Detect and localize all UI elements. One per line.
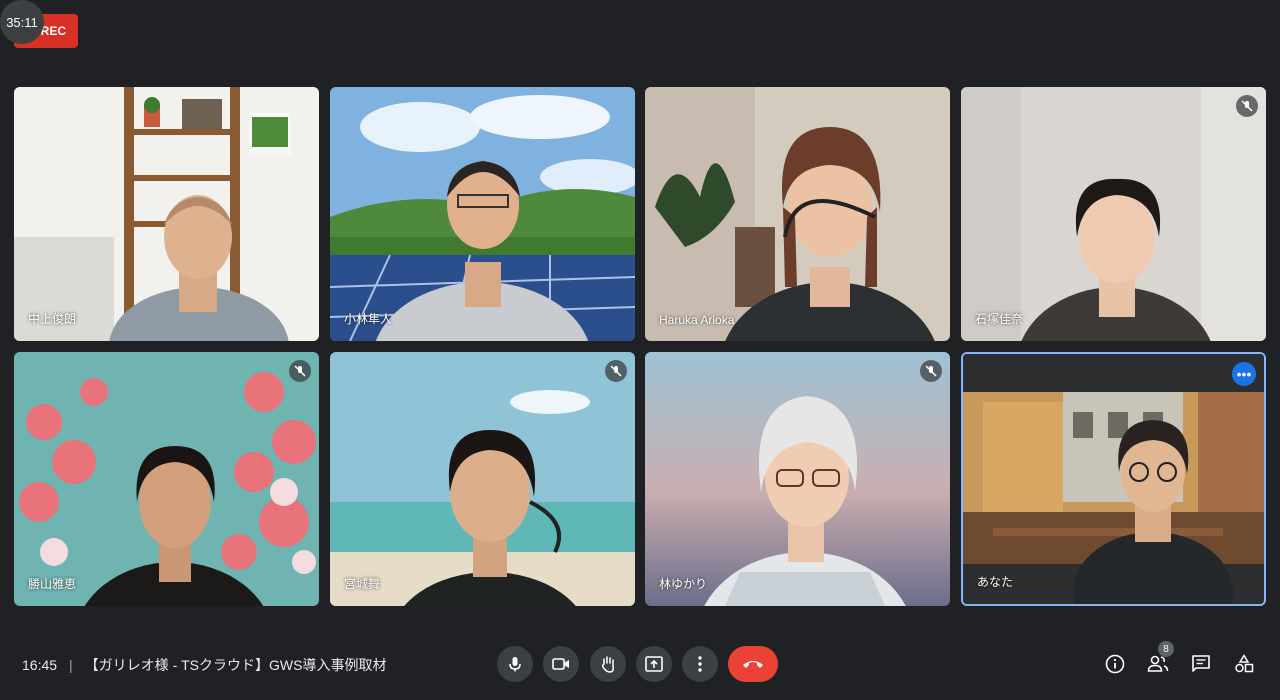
people-count-badge: 8 [1158, 641, 1174, 657]
more-options-button[interactable] [682, 646, 718, 682]
raise-hand-button[interactable] [590, 646, 626, 682]
video-feed-2 [330, 87, 635, 341]
chat-button[interactable] [1189, 652, 1213, 676]
raise-hand-icon [601, 656, 614, 673]
current-time: 16:45 [22, 657, 58, 673]
participant-tile-6[interactable]: 宮城舞 [330, 352, 635, 606]
activities-button[interactable] [1232, 652, 1256, 676]
camera-button[interactable] [543, 646, 579, 682]
divider: | [69, 657, 73, 673]
video-feed-1 [14, 87, 319, 341]
mic-icon [509, 657, 521, 672]
video-feed-3 [645, 87, 950, 341]
meeting-timer: 35:11 [0, 0, 44, 44]
video-feed-7 [645, 352, 950, 606]
camera-icon [552, 658, 569, 670]
participant-tile-3[interactable]: Haruka Arioka [645, 87, 950, 341]
video-feed-4 [961, 87, 1266, 341]
participant-tile-4[interactable]: 石塚佳奈 [961, 87, 1266, 341]
info-button[interactable] [1103, 652, 1127, 676]
muted-mic-icon [1236, 95, 1258, 117]
end-call-icon [743, 661, 763, 668]
chat-icon [1192, 655, 1210, 672]
video-feed-self [963, 354, 1264, 604]
present-button[interactable] [636, 646, 672, 682]
meeting-info: 16:45 | 【ガリレオ様 - TSクラウド】GWS導入事例取材 [22, 655, 386, 675]
muted-mic-icon [605, 360, 627, 382]
more-options-icon [698, 656, 702, 672]
participant-name: 勝山雅恵 [28, 577, 77, 591]
participant-tile-1[interactable]: 中上俊朗 [14, 87, 319, 341]
bottom-bar: 16:45 | 【ガリレオ様 - TSクラウド】GWS導入事例取材 8 [0, 630, 1280, 700]
participant-tile-self[interactable]: ••• あなた [961, 352, 1266, 606]
participant-name: 小林隼人 [344, 312, 393, 326]
participant-name: 石塚佳奈 [975, 312, 1024, 326]
participant-tile-2[interactable]: 小林隼人 [330, 87, 635, 341]
participant-name: 中上俊朗 [28, 312, 77, 326]
present-icon [645, 656, 663, 672]
participant-grid: 中上俊朗 小林隼人 Haruka Arioka 石塚佳奈 勝山雅恵 宮城舞 林ゆ… [14, 87, 1266, 606]
meeting-title: 【ガリレオ様 - TSクラウド】GWS導入事例取材 [84, 657, 387, 673]
mic-button[interactable] [497, 646, 533, 682]
participant-name: 宮城舞 [344, 577, 381, 591]
participant-tile-7[interactable]: 林ゆかり [645, 352, 950, 606]
recording-label: REC [40, 24, 66, 38]
info-icon [1105, 654, 1125, 674]
participant-tile-5[interactable]: 勝山雅恵 [14, 352, 319, 606]
video-feed-6 [330, 352, 635, 606]
end-call-button[interactable] [728, 646, 778, 682]
muted-mic-icon [289, 360, 311, 382]
more-options-icon[interactable]: ••• [1232, 362, 1256, 386]
muted-mic-icon [920, 360, 942, 382]
participant-name: Haruka Arioka [659, 313, 735, 327]
participant-name: 林ゆかり [659, 577, 708, 591]
participant-name: あなた [977, 575, 1014, 589]
video-feed-5 [14, 352, 319, 606]
people-icon [1147, 655, 1169, 672]
activities-icon [1235, 654, 1254, 673]
